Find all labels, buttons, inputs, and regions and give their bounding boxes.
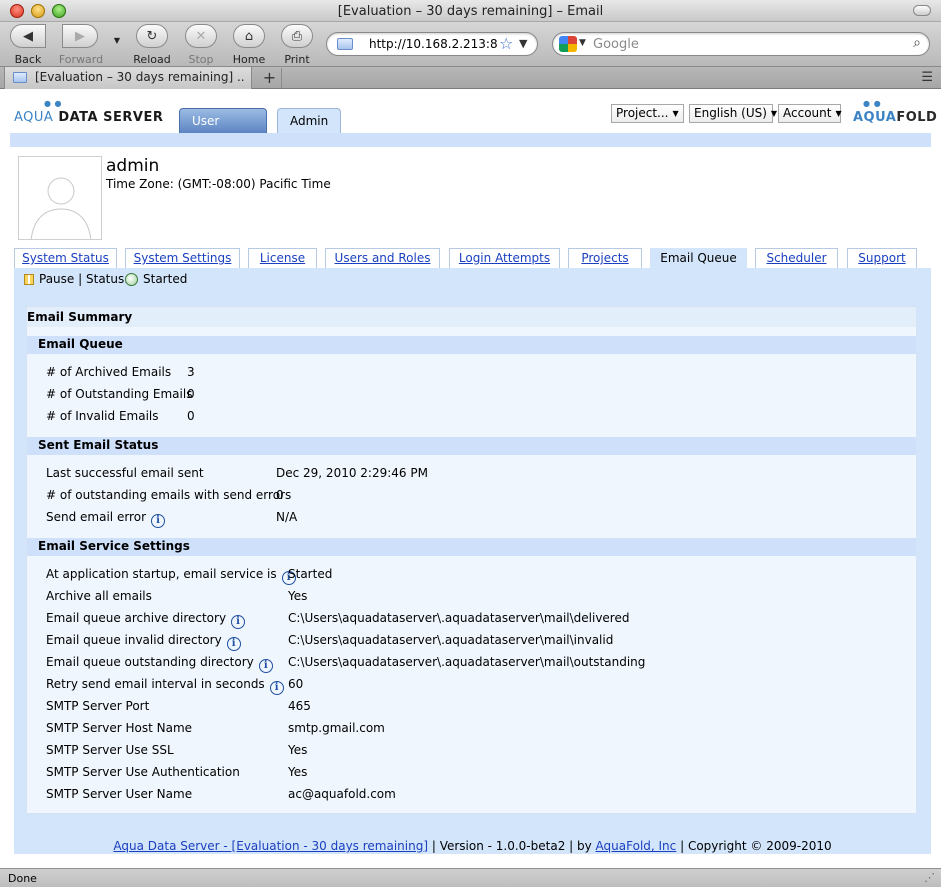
user-silhouette-icon bbox=[30, 177, 92, 239]
browser-tab-strip: [Evaluation – 30 days remaining] ... + ☰ bbox=[0, 66, 941, 89]
search-icon[interactable]: ⌕ bbox=[913, 35, 921, 51]
tab-login-attempts[interactable]: Login Attempts bbox=[449, 248, 560, 268]
info-icon[interactable]: i bbox=[226, 637, 241, 651]
browser-toolbar: ◀ Back ▶ Forward ▼ ↻ Reload ✕ Stop ⌂ Hom… bbox=[0, 22, 941, 66]
tab-projects[interactable]: Projects bbox=[568, 248, 642, 268]
company-link[interactable]: AquaFold, Inc bbox=[596, 839, 677, 853]
header-divider bbox=[10, 133, 931, 147]
window-titlebar: [Evaluation – 30 days remaining] – Email bbox=[0, 0, 941, 22]
info-icon[interactable]: i bbox=[151, 514, 165, 528]
url-field[interactable]: http://10.168.2.213:8 ☆ ▼ bbox=[326, 32, 538, 56]
browser-tab[interactable]: [Evaluation – 30 days remaining] ... bbox=[4, 67, 252, 89]
sent-email-status-section-title: Sent Email Status bbox=[27, 437, 916, 455]
info-icon[interactable]: i bbox=[231, 615, 246, 629]
page-footer: Aqua Data Server - [Evaluation - 30 days… bbox=[14, 838, 931, 854]
search-placeholder: Google bbox=[593, 37, 639, 52]
stop-button[interactable]: ✕ Stop bbox=[182, 24, 220, 66]
google-icon[interactable] bbox=[559, 36, 577, 52]
reload-button[interactable]: ↻ Reload bbox=[132, 24, 172, 66]
back-arrow-icon: ◀ bbox=[10, 24, 46, 48]
avatar bbox=[18, 156, 102, 240]
toolbar-toggle-button[interactable] bbox=[913, 5, 931, 16]
browser-tab-title: [Evaluation – 30 days remaining] ... bbox=[35, 70, 245, 84]
tab-system-settings[interactable]: System Settings bbox=[125, 248, 240, 268]
language-select[interactable]: English (US) ▼ bbox=[689, 104, 777, 123]
user-name: admin bbox=[106, 156, 160, 176]
forward-arrow-icon: ▶ bbox=[62, 24, 98, 48]
tab-users-and-roles[interactable]: Users and Roles bbox=[325, 248, 440, 268]
tab-admin[interactable]: Admin bbox=[277, 108, 341, 133]
stop-icon: ✕ bbox=[185, 24, 217, 48]
chevron-down-icon: ▼ bbox=[835, 109, 842, 118]
url-text: http://10.168.2.213:8 bbox=[369, 37, 497, 51]
tab-email-queue[interactable]: Email Queue bbox=[650, 248, 747, 268]
resize-grip-icon[interactable]: ⋰ bbox=[924, 871, 935, 884]
search-engine-dropdown-icon[interactable]: ▼ bbox=[579, 38, 586, 48]
print-button[interactable]: ⎙ Print bbox=[278, 24, 316, 66]
pause-button[interactable]: Pause bbox=[39, 272, 74, 286]
back-button[interactable]: ◀ Back bbox=[10, 24, 46, 66]
url-history-dropdown-icon[interactable]: ▼ bbox=[519, 37, 527, 50]
user-timezone: Time Zone: (GMT:-08:00) Pacific Time bbox=[106, 177, 331, 191]
window-title: [Evaluation – 30 days remaining] – Email bbox=[337, 4, 604, 19]
tab-scheduler[interactable]: Scheduler bbox=[755, 248, 838, 268]
bookmark-star-icon[interactable]: ☆ bbox=[499, 34, 513, 53]
forward-button[interactable]: ▶ Forward bbox=[58, 24, 104, 66]
tab-support[interactable]: Support bbox=[847, 248, 917, 268]
new-tab-button[interactable]: + bbox=[258, 68, 282, 88]
aquafold-logo[interactable]: ● ● AQUAFOLD bbox=[853, 99, 937, 125]
email-service-status-bar: Pause | Status: Started bbox=[14, 268, 931, 292]
status-value: Started bbox=[143, 272, 188, 286]
search-field[interactable]: ▼ Google ⌕ bbox=[552, 32, 930, 56]
browser-status-text: Done bbox=[8, 872, 37, 885]
printer-icon: ⎙ bbox=[281, 24, 313, 48]
info-icon[interactable]: i bbox=[269, 681, 284, 695]
tab-page-icon bbox=[13, 72, 27, 83]
tab-system-status[interactable]: System Status bbox=[14, 248, 117, 268]
browser-status-bar: Done ⋰ bbox=[0, 868, 941, 887]
logo-drops-icon: ● ● bbox=[863, 99, 882, 108]
account-select[interactable]: Account ▼ bbox=[778, 104, 842, 123]
tab-user-home[interactable]: User Home bbox=[179, 108, 267, 153]
email-service-settings-section-title: Email Service Settings bbox=[27, 538, 916, 556]
email-queue-panel: Email Summary Email Queue # of Archived … bbox=[14, 292, 931, 838]
chevron-down-icon: ▼ bbox=[770, 109, 778, 118]
home-icon: ⌂ bbox=[233, 24, 265, 48]
web-page: ● ● AQUA DATA SERVER User Home Admin Pro… bbox=[0, 90, 941, 868]
started-status-icon bbox=[125, 273, 138, 286]
logo-drops-icon: ● ● bbox=[44, 99, 63, 108]
info-icon[interactable]: i bbox=[258, 659, 273, 673]
email-summary-box: Email Summary Email Queue # of Archived … bbox=[26, 306, 917, 814]
page-icon bbox=[337, 38, 353, 50]
status-label: Status: bbox=[86, 272, 129, 286]
aqua-data-server-logo[interactable]: ● ● AQUA DATA SERVER bbox=[14, 99, 163, 125]
tab-license[interactable]: License bbox=[248, 248, 317, 268]
product-link[interactable]: Aqua Data Server - [Evaluation - 30 days… bbox=[113, 839, 428, 853]
home-button[interactable]: ⌂ Home bbox=[230, 24, 268, 66]
email-summary-title: Email Summary bbox=[27, 307, 916, 327]
project-select[interactable]: Project... ▼ bbox=[611, 104, 684, 123]
chevron-down-icon: ▼ bbox=[672, 109, 679, 118]
history-dropdown-icon[interactable]: ▼ bbox=[112, 36, 122, 45]
tab-list-menu-icon[interactable]: ☰ bbox=[921, 70, 933, 85]
email-queue-section-title: Email Queue bbox=[27, 336, 916, 354]
reload-icon: ↻ bbox=[136, 24, 168, 48]
admin-sub-tabs: System Status System Settings License Us… bbox=[14, 248, 931, 268]
pause-icon[interactable] bbox=[24, 274, 34, 285]
